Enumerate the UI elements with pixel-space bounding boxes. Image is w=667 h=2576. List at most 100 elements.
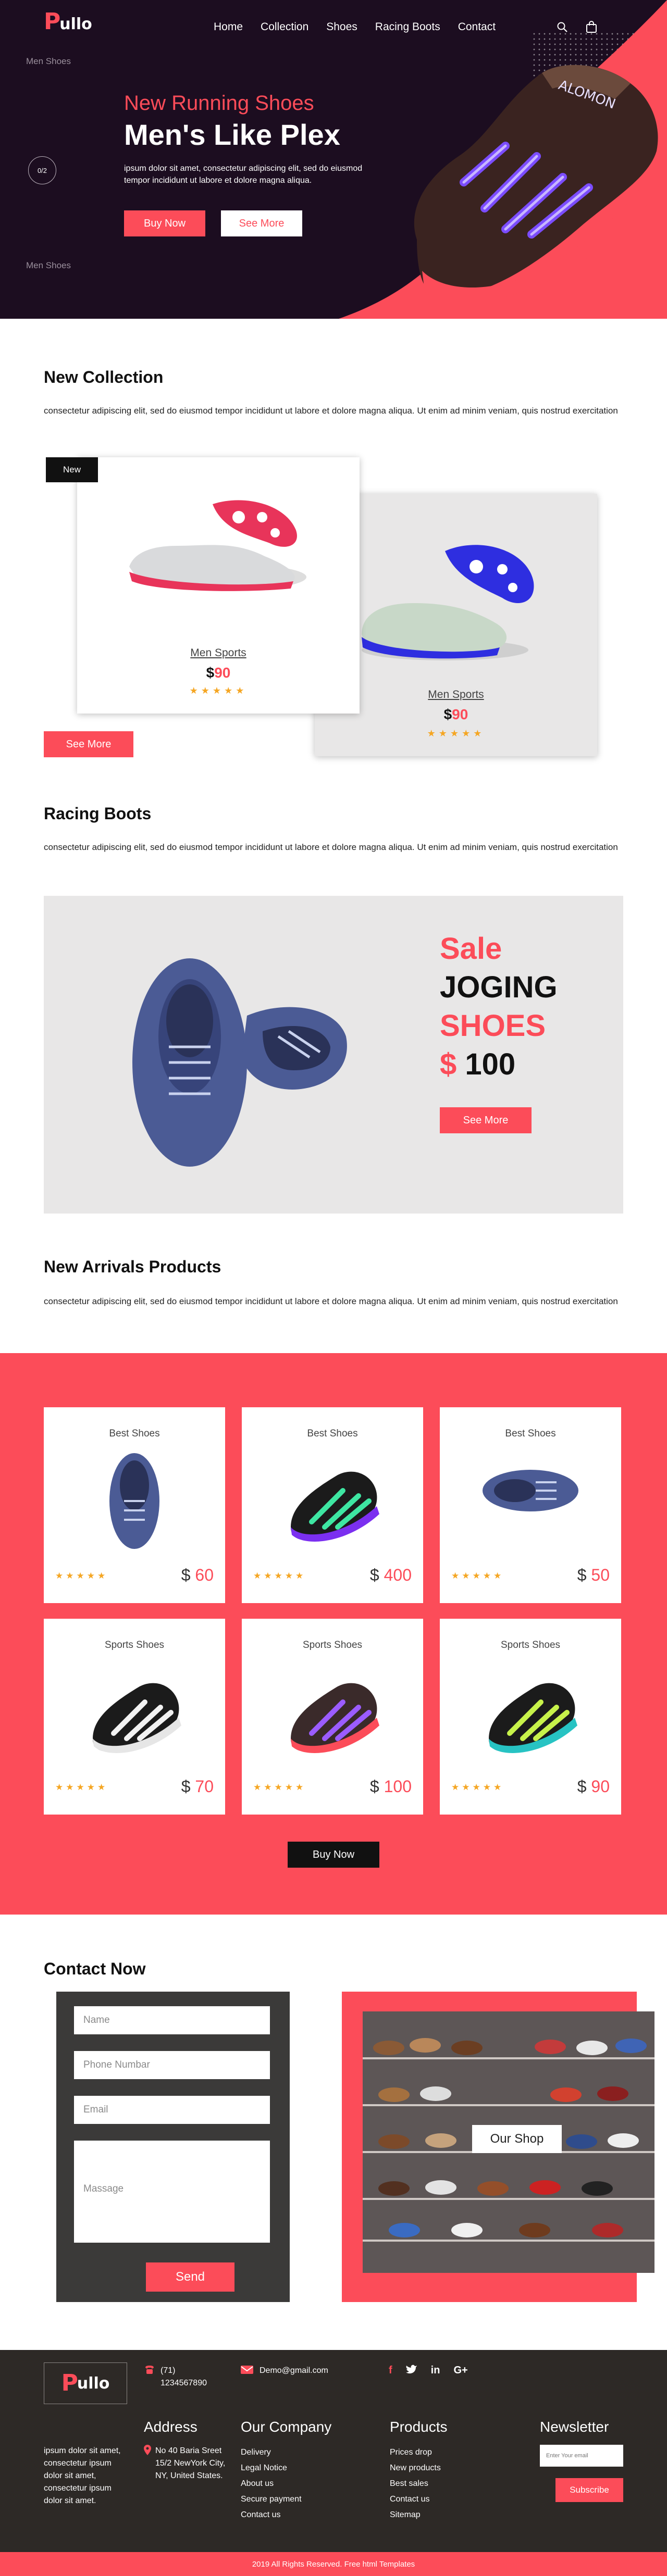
price-value: 100 (384, 1777, 412, 1796)
linkedin-icon[interactable]: in (431, 2365, 440, 2377)
footer-address: No 40 Baria Sreet 15/2 NewYork City, NY,… (144, 2445, 233, 2482)
subscribe-button[interactable]: Subscribe (555, 2478, 623, 2502)
product-price: $ 100 (370, 1777, 412, 1796)
product-card[interactable]: Best Shoes ★★★★★ $ 50 (440, 1407, 621, 1603)
red-white-shoe-image (129, 500, 306, 591)
price-currency: $ (181, 1566, 191, 1584)
newsletter-email-input[interactable] (540, 2445, 623, 2467)
logo-text: ullo (77, 2374, 110, 2393)
product-price: $ 60 (181, 1566, 214, 1585)
hero-shoe-image: ALOMON (414, 65, 664, 303)
hero-section: P ullo Home Collection Shoes Racing Boot… (0, 0, 667, 319)
sale-see-more-button[interactable]: See More (440, 1107, 532, 1133)
product-card[interactable]: Sports Shoes ★★★★★ $ 70 (44, 1619, 225, 1815)
logo-initial: P (44, 8, 61, 35)
hero-title: Men's Like Plex (124, 118, 340, 151)
price-currency: $ (577, 1777, 587, 1796)
price-value: 50 (591, 1566, 610, 1584)
footer-link[interactable]: Contact us (390, 2492, 441, 2507)
product-links: Prices drop New products Best sales Cont… (390, 2445, 441, 2523)
phone-number: 1234567890 (160, 2379, 207, 2387)
product-category: Sports Shoes (302, 1640, 363, 1650)
blue-slipon-image (483, 1470, 578, 1511)
footer-link[interactable]: Prices drop (390, 2445, 441, 2460)
new-collection-title: New Collection (44, 368, 164, 386)
card-price: $90 (77, 665, 360, 681)
hero-subtitle: New Running Shoes (124, 92, 314, 115)
nav-contact[interactable]: Contact (458, 21, 496, 33)
card-product-name[interactable]: Men Sports (77, 647, 360, 659)
hero-buy-button[interactable]: Buy Now (124, 210, 205, 236)
nav-icons (557, 21, 597, 36)
racing-boots-text: consectetur adipiscing elit, sed do eius… (44, 842, 618, 852)
price-currency: $ (577, 1566, 587, 1584)
rating-stars: ★★★★★ (451, 1571, 504, 1581)
rating-stars: ★★★★★ (253, 1571, 306, 1581)
footer-link[interactable]: New products (390, 2460, 441, 2476)
price-value: 90 (214, 665, 231, 681)
footer-link[interactable]: Legal Notice (241, 2460, 302, 2476)
product-price: $ 90 (577, 1777, 610, 1796)
footer-email: Demo@gmail.com (241, 2365, 328, 2377)
our-shop-label[interactable]: Our Shop (472, 2125, 562, 2153)
nav-collection[interactable]: Collection (261, 21, 308, 33)
price-value: 400 (384, 1566, 412, 1584)
sale-banner: Sale JOGING SHOES $ 100 See More (44, 896, 623, 1214)
product-card[interactable]: Sports Shoes ★★★★★ $ 90 (440, 1619, 621, 1815)
footer-link[interactable]: Best sales (390, 2476, 441, 2492)
logo[interactable]: P ullo (44, 8, 92, 35)
facebook-icon[interactable]: f (389, 2365, 392, 2377)
google-plus-icon[interactable]: G+ (453, 2365, 467, 2377)
email-field[interactable] (74, 2096, 270, 2124)
send-button[interactable]: Send (146, 2262, 234, 2292)
price-currency: $ (181, 1777, 191, 1796)
sale-price-value: 100 (465, 1047, 516, 1081)
product-price: $ 400 (370, 1566, 412, 1585)
rating-stars: ★★★★★ (189, 685, 248, 696)
price-value: 90 (591, 1777, 610, 1796)
name-field[interactable] (74, 2006, 270, 2034)
purple-green-sneaker-image (291, 1471, 379, 1542)
phone-prefix: (71) (160, 2366, 176, 2375)
shopping-bag-icon[interactable] (586, 21, 597, 36)
footer: P ullo (71) 1234567890 Demo@gmail.com f … (0, 2350, 667, 2576)
collection-card-1[interactable]: Men Sports $90 ★★★★★ (77, 457, 360, 714)
footer-link[interactable]: Delivery (241, 2445, 302, 2460)
rating-stars: ★★★★★ (253, 1782, 306, 1792)
product-card[interactable]: Sports Shoes ★★★★★ $ 100 (242, 1619, 423, 1815)
new-collection-text: consectetur adipiscing elit, sed do eius… (44, 406, 618, 416)
teal-lime-sneaker-image (489, 1683, 577, 1753)
side-label-top: Men Shoes (26, 56, 71, 66)
product-card[interactable]: Best Shoes ★★★★★ $ 400 (242, 1407, 423, 1603)
email-address[interactable]: Demo@gmail.com (260, 2365, 328, 2377)
main-nav: P ullo Home Collection Shoes Racing Boot… (0, 0, 667, 52)
collection-see-more-button[interactable]: See More (44, 731, 133, 757)
sale-price: $ 100 (440, 1047, 515, 1082)
footer-phone: (71) 1234567890 (144, 2365, 207, 2390)
product-card[interactable]: Best Shoes ★★★★★ $ 60 (44, 1407, 225, 1603)
products-heading: Products (390, 2419, 448, 2435)
nav-menu: Home Collection Shoes Racing Boots Conta… (214, 21, 496, 33)
shop-panel: Our Shop (342, 1992, 654, 2302)
logo-initial: P (61, 2370, 78, 2396)
arrivals-buy-button[interactable]: Buy Now (288, 1842, 379, 1868)
nav-home[interactable]: Home (214, 21, 243, 33)
product-category: Sports Shoes (500, 1640, 561, 1650)
nav-shoes[interactable]: Shoes (326, 21, 357, 33)
search-icon[interactable] (557, 21, 568, 35)
price-currency: $ (206, 665, 215, 681)
footer-link[interactable]: Contact us (241, 2507, 302, 2523)
footer-link[interactable]: Sitemap (390, 2507, 441, 2523)
product-price: $ 50 (577, 1566, 610, 1585)
phone-field[interactable] (74, 2051, 270, 2079)
footer-link[interactable]: Secure payment (241, 2492, 302, 2507)
side-label-bottom: Men Shoes (26, 260, 71, 270)
footer-link[interactable]: About us (241, 2476, 302, 2492)
nav-racing-boots[interactable]: Racing Boots (375, 21, 440, 33)
twitter-icon[interactable] (405, 2365, 417, 2377)
slide-counter[interactable]: 0/2 (28, 156, 56, 184)
message-field[interactable] (74, 2141, 270, 2243)
footer-logo[interactable]: P ullo (44, 2362, 127, 2404)
address-heading: Address (144, 2419, 197, 2435)
hero-see-more-button[interactable]: See More (221, 210, 302, 236)
